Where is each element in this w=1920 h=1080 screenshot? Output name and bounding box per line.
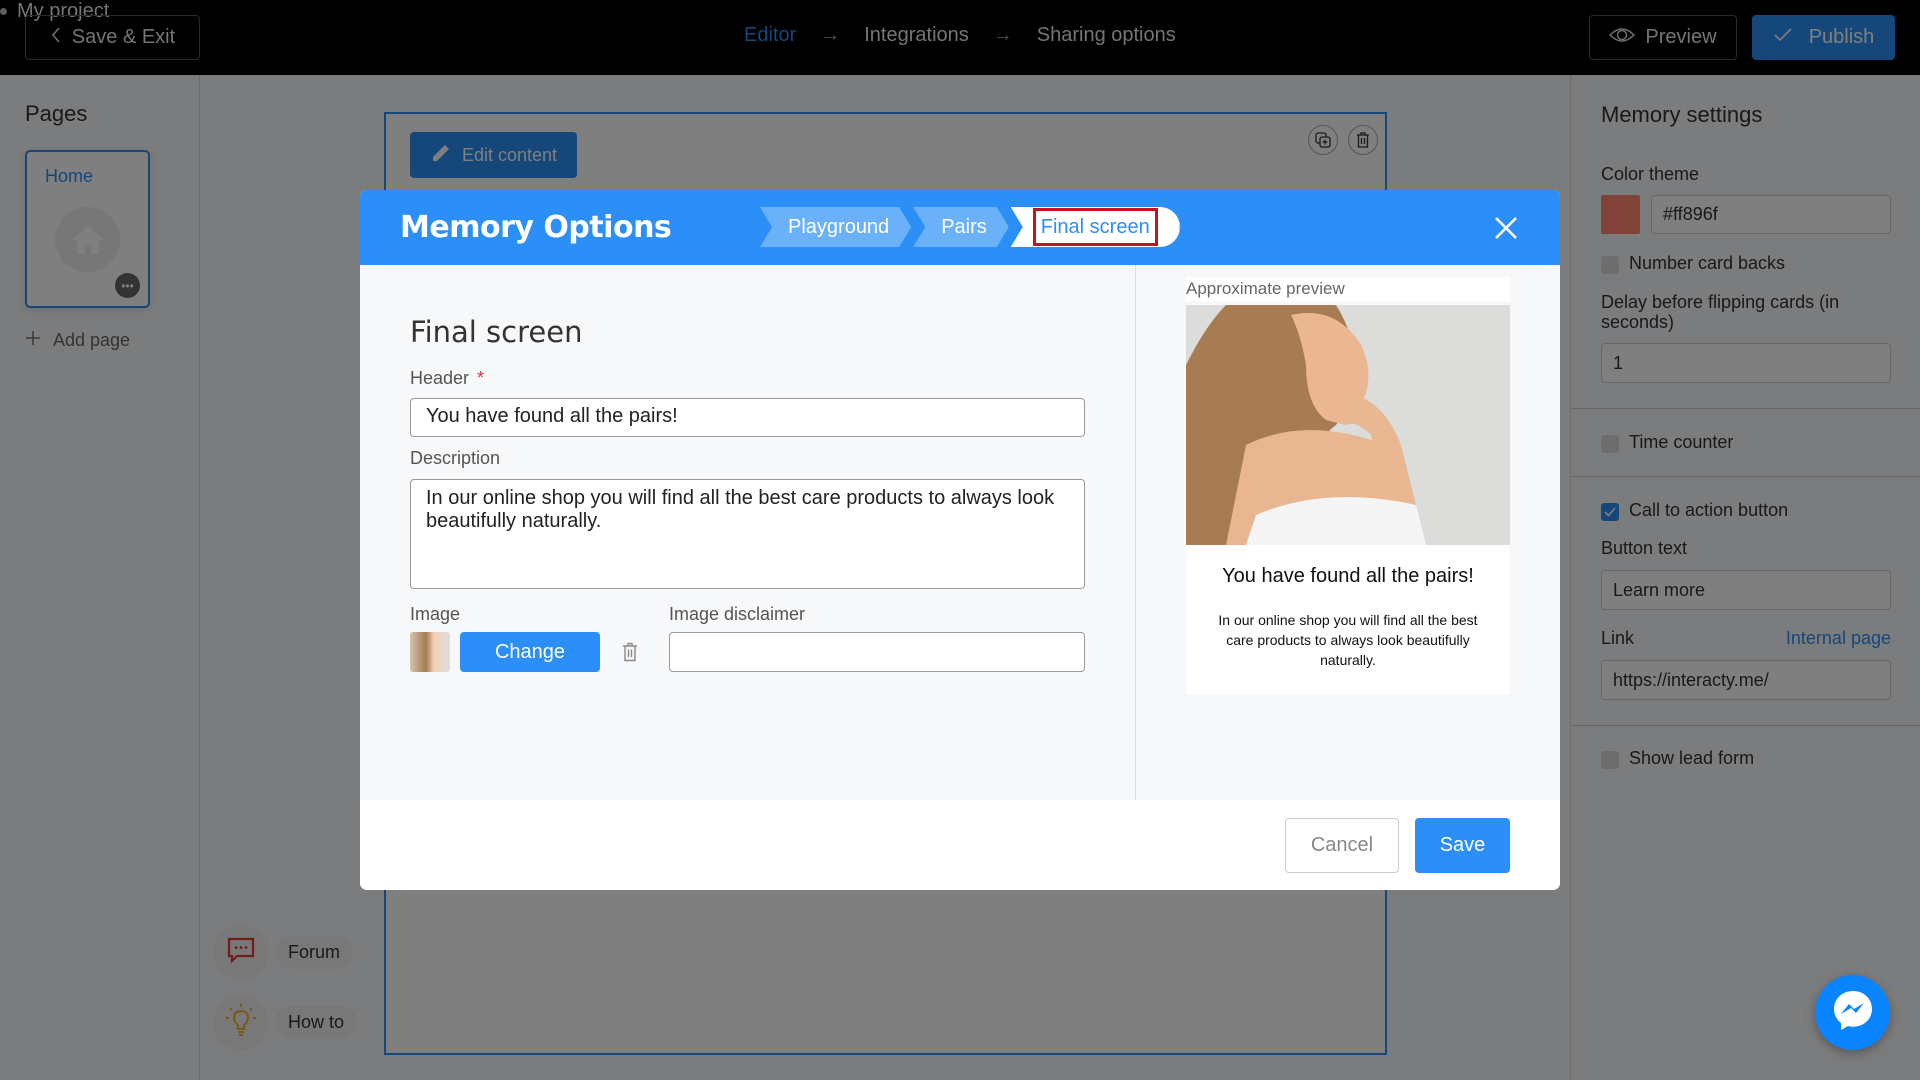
image-disclaimer-input[interactable]: [669, 632, 1085, 672]
final-screen-form: Final screen Header * You have found all …: [360, 265, 1135, 800]
image-disclaimer-label: Image disclaimer: [669, 604, 806, 624]
modal-header: Memory Options Playground Pairs Final sc…: [360, 190, 1560, 265]
preview-card: You have found all the pairs! In our onl…: [1186, 305, 1510, 695]
preview-image: [1186, 305, 1510, 545]
image-thumbnail: [410, 632, 450, 672]
modal-footer: Cancel Save: [360, 800, 1560, 890]
modal-breadcrumb: Playground Pairs Final screen: [760, 207, 1180, 247]
breadcrumb-playground[interactable]: Playground: [760, 207, 911, 247]
preview-description: In our online shop you will find all the…: [1218, 612, 1478, 668]
required-mark: *: [477, 368, 485, 388]
breadcrumb-pairs[interactable]: Pairs: [913, 207, 1009, 247]
change-image-button[interactable]: Change: [460, 632, 600, 672]
description-textarea[interactable]: In our online shop you will find all the…: [410, 479, 1085, 589]
image-label: Image: [410, 604, 461, 624]
trash-icon[interactable]: [622, 642, 638, 667]
preview-column: Approximate preview You have found all t…: [1136, 265, 1560, 800]
header-label: Header *: [410, 368, 484, 389]
memory-options-modal: Memory Options Playground Pairs Final sc…: [360, 190, 1560, 890]
header-input[interactable]: You have found all the pairs!: [410, 398, 1085, 437]
messenger-icon: [1831, 988, 1875, 1037]
cancel-button[interactable]: Cancel: [1285, 818, 1399, 873]
form-title: Final screen: [410, 315, 583, 349]
close-icon[interactable]: [1490, 212, 1522, 244]
save-button[interactable]: Save: [1415, 818, 1510, 873]
preview-header: You have found all the pairs!: [1222, 565, 1474, 587]
header-label-text: Header: [410, 368, 470, 388]
breadcrumb-final-screen-label: Final screen: [1032, 208, 1158, 246]
preview-label: Approximate preview: [1186, 277, 1510, 301]
breadcrumb-final-screen[interactable]: Final screen: [1010, 207, 1180, 247]
messenger-chat-button[interactable]: [1815, 975, 1890, 1050]
description-label: Description: [410, 448, 501, 468]
modal-title: Memory Options: [400, 210, 672, 245]
